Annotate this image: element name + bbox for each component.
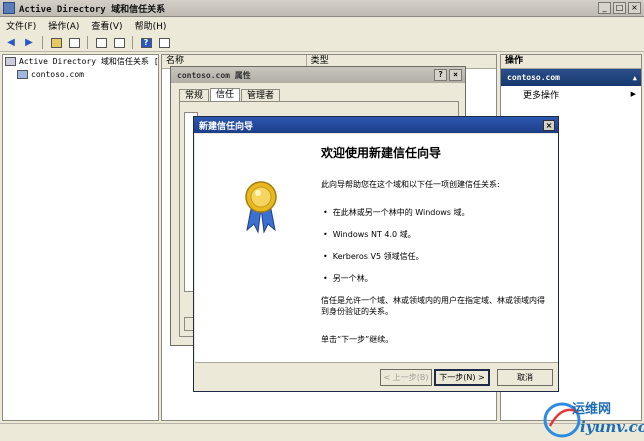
window-title: Active Directory 域和信任关系: [19, 4, 166, 15]
award-medal-icon: [245, 181, 277, 234]
close-button[interactable]: ×: [628, 2, 641, 14]
wizard-titlebar[interactable]: 新建信任向导 ×: [194, 117, 558, 133]
wizard-heading: 欢迎使用新建信任向导: [321, 146, 442, 160]
back-button[interactable]: < 上一步(B): [380, 369, 432, 386]
wizard-bullet: • 另一个林。: [323, 274, 373, 283]
properties-dialog-title: contoso.com 属性: [177, 70, 251, 80]
wizard-trust-definition: 信任是允许一个域、林或领域内的用户在指定域、林或领域内得到身份验证的关系。: [321, 296, 545, 316]
toolbar-separator: [87, 36, 88, 49]
show-hide-action-pane-icon[interactable]: [156, 35, 172, 50]
tree-item-root[interactable]: Active Directory 域和信任关系 [: [3, 55, 159, 68]
action-header: 操作: [501, 55, 641, 69]
watermark-domain: iyunv.com: [580, 418, 644, 436]
wizard-bullet-text: 在此林或另一个林中的 Windows 域。: [332, 208, 470, 217]
help-button[interactable]: ?: [434, 69, 447, 81]
window-titlebar[interactable]: Active Directory 域和信任关系 _ □ ×: [0, 0, 644, 17]
tab-trusts[interactable]: 信任: [210, 88, 241, 102]
tree-item-domain[interactable]: contoso.com: [3, 68, 158, 81]
menu-help[interactable]: 帮助(H): [129, 19, 173, 32]
wizard-divider: [195, 362, 558, 363]
help-icon[interactable]: ?: [138, 35, 154, 50]
action-section-label: contoso.com: [507, 73, 560, 82]
properties-dialog-titlebar[interactable]: contoso.com 属性 ? ×: [171, 67, 465, 83]
show-hide-tree-icon[interactable]: [66, 35, 82, 50]
wizard-intro: 此向导帮助您在这个域和以下任一项创建信任关系:: [321, 180, 500, 189]
properties-icon[interactable]: [111, 35, 127, 50]
wizard-content: 欢迎使用新建信任向导 此向导帮助您在这个域和以下任一项创建信任关系: • 在此林或…: [313, 134, 558, 362]
wizard-bullet-text: 另一个林。: [332, 274, 373, 283]
maximize-button[interactable]: □: [613, 2, 626, 14]
wizard-bullet-text: Kerberos V5 领域信任。: [332, 252, 424, 261]
close-button[interactable]: ×: [449, 69, 462, 81]
watermark-text: 运维网: [572, 402, 612, 417]
action-section-header[interactable]: contoso.com ▲: [501, 69, 641, 86]
toolbar-separator: [42, 36, 43, 49]
cancel-button[interactable]: 取消: [497, 369, 553, 386]
wizard-side-panel: [195, 134, 313, 362]
new-trust-wizard: 新建信任向导 × 欢迎使用新建信任向导 此向导帮助您在这个域和以下任一项创建信任…: [193, 116, 559, 392]
minimize-button[interactable]: _: [598, 2, 611, 14]
window-controls: _ □ ×: [598, 2, 641, 14]
wizard-title: 新建信任向导: [199, 121, 254, 132]
forward-arrow-icon[interactable]: ▶: [21, 35, 37, 50]
next-button[interactable]: 下一步(N) >: [434, 369, 490, 386]
toolbar-separator: [132, 36, 133, 49]
wizard-bullet-text: Windows NT 4.0 域。: [332, 230, 416, 239]
submenu-arrow-icon: ▶: [630, 90, 636, 98]
app-icon: [3, 2, 15, 14]
menu-file[interactable]: 文件(F): [0, 19, 42, 32]
back-arrow-icon[interactable]: ◀: [3, 35, 19, 50]
action-more-actions[interactable]: 更多操作 ▶: [501, 86, 641, 102]
menu-bar: 文件(F) 操作(A) 查看(V) 帮助(H): [0, 17, 644, 34]
menu-action[interactable]: 操作(A): [42, 19, 85, 32]
menu-view[interactable]: 查看(V): [85, 19, 128, 32]
up-folder-icon[interactable]: [48, 35, 64, 50]
domains-trusts-icon: [5, 57, 16, 66]
tree-item-label: Active Directory 域和信任关系 [: [19, 57, 159, 66]
export-list-icon[interactable]: [93, 35, 109, 50]
tree-item-label: contoso.com: [31, 70, 84, 79]
wizard-bullet: • Windows NT 4.0 域。: [323, 230, 416, 239]
wizard-bullet: • Kerberos V5 领域信任。: [323, 252, 424, 261]
wizard-next-hint: 单击“下一步”继续。: [321, 335, 394, 344]
properties-dialog-controls: ? ×: [434, 69, 462, 81]
wizard-bullet: • 在此林或另一个林中的 Windows 域。: [323, 208, 470, 217]
wizard-button-row: < 上一步(B) 下一步(N) > 取消: [194, 369, 558, 387]
console-tree[interactable]: Active Directory 域和信任关系 [ contoso.com: [2, 54, 159, 421]
action-item-label: 更多操作: [523, 90, 560, 101]
collapse-caret-icon[interactable]: ▲: [633, 74, 637, 82]
toolbar: ◀ ▶ ?: [0, 34, 644, 52]
wizard-close-button[interactable]: ×: [543, 119, 555, 131]
domain-icon: [17, 70, 28, 79]
